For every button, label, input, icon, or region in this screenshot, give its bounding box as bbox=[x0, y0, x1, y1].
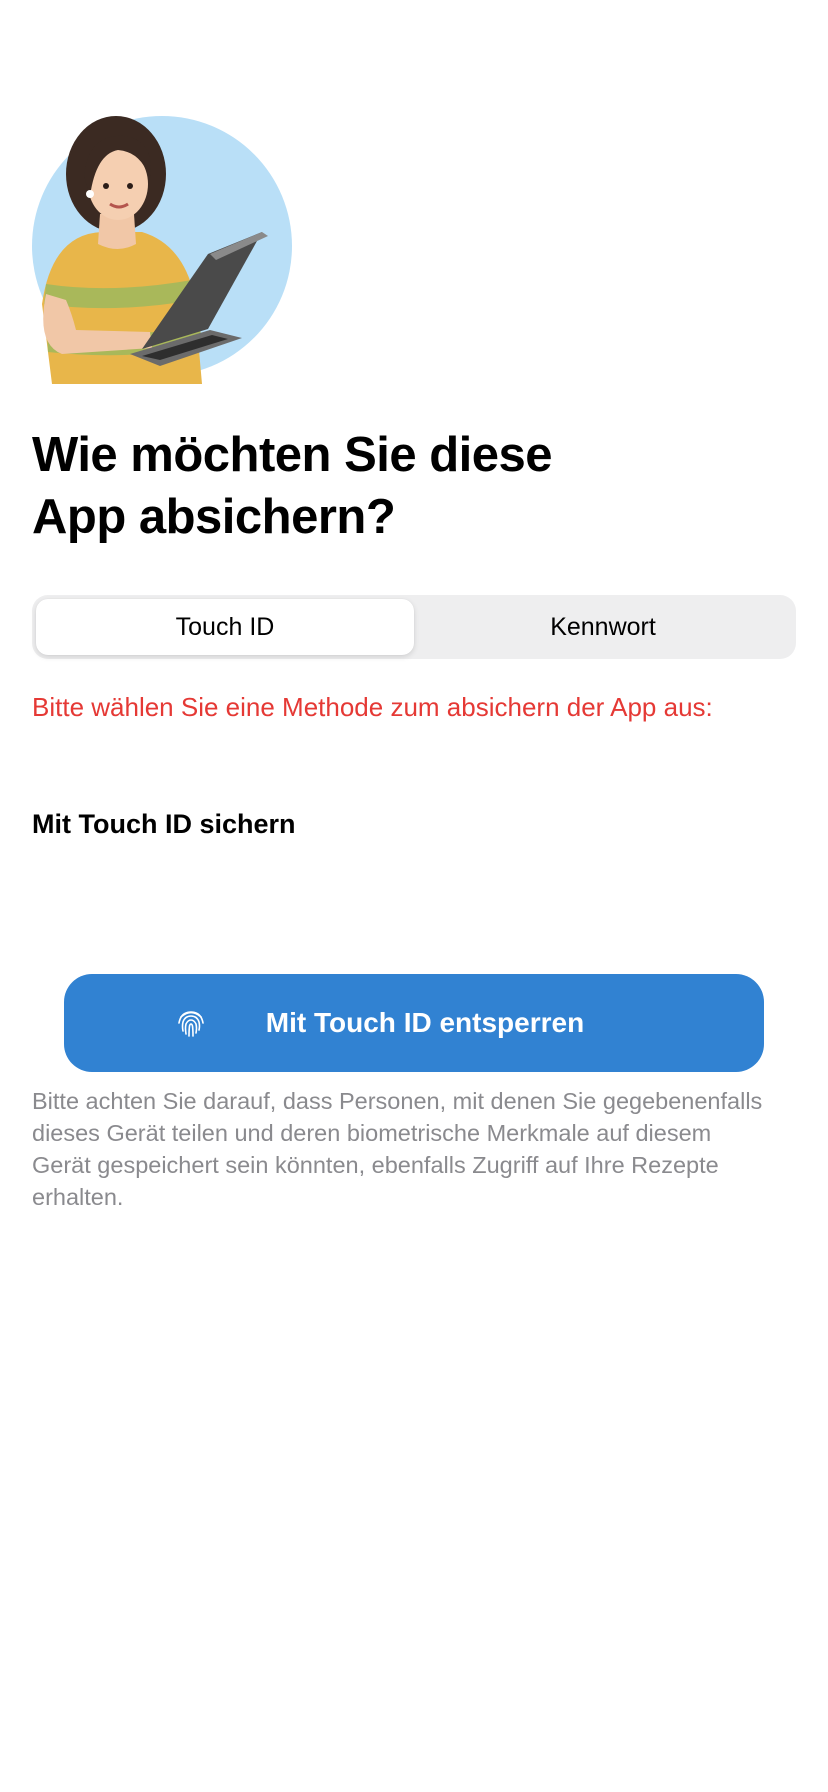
security-method-segmented-control: Touch ID Kennwort bbox=[32, 595, 796, 659]
segment-kennwort[interactable]: Kennwort bbox=[414, 599, 792, 655]
app-security-screen: Wie möchten Sie diese App absichern? Tou… bbox=[0, 0, 828, 1792]
page-title: Wie möchten Sie diese App absichern? bbox=[32, 424, 592, 548]
woman-with-laptop-illustration bbox=[32, 104, 302, 384]
unlock-button-label: Mit Touch ID entsperren bbox=[265, 1007, 585, 1038]
title-line-2: App absichern? bbox=[32, 490, 396, 544]
segment-touch-id[interactable]: Touch ID bbox=[36, 599, 414, 655]
biometric-disclaimer: Bitte achten Sie darauf, dass Personen, … bbox=[32, 1088, 763, 1210]
error-message: Bitte wählen Sie eine Methode zum absich… bbox=[32, 692, 713, 722]
unlock-touch-id-button[interactable]: Mit Touch ID entsperren bbox=[64, 974, 764, 1072]
title-line-1: Wie möchten Sie diese bbox=[32, 428, 553, 482]
section-label: Mit Touch ID sichern bbox=[32, 809, 296, 839]
fingerprint-icon bbox=[174, 1006, 208, 1040]
